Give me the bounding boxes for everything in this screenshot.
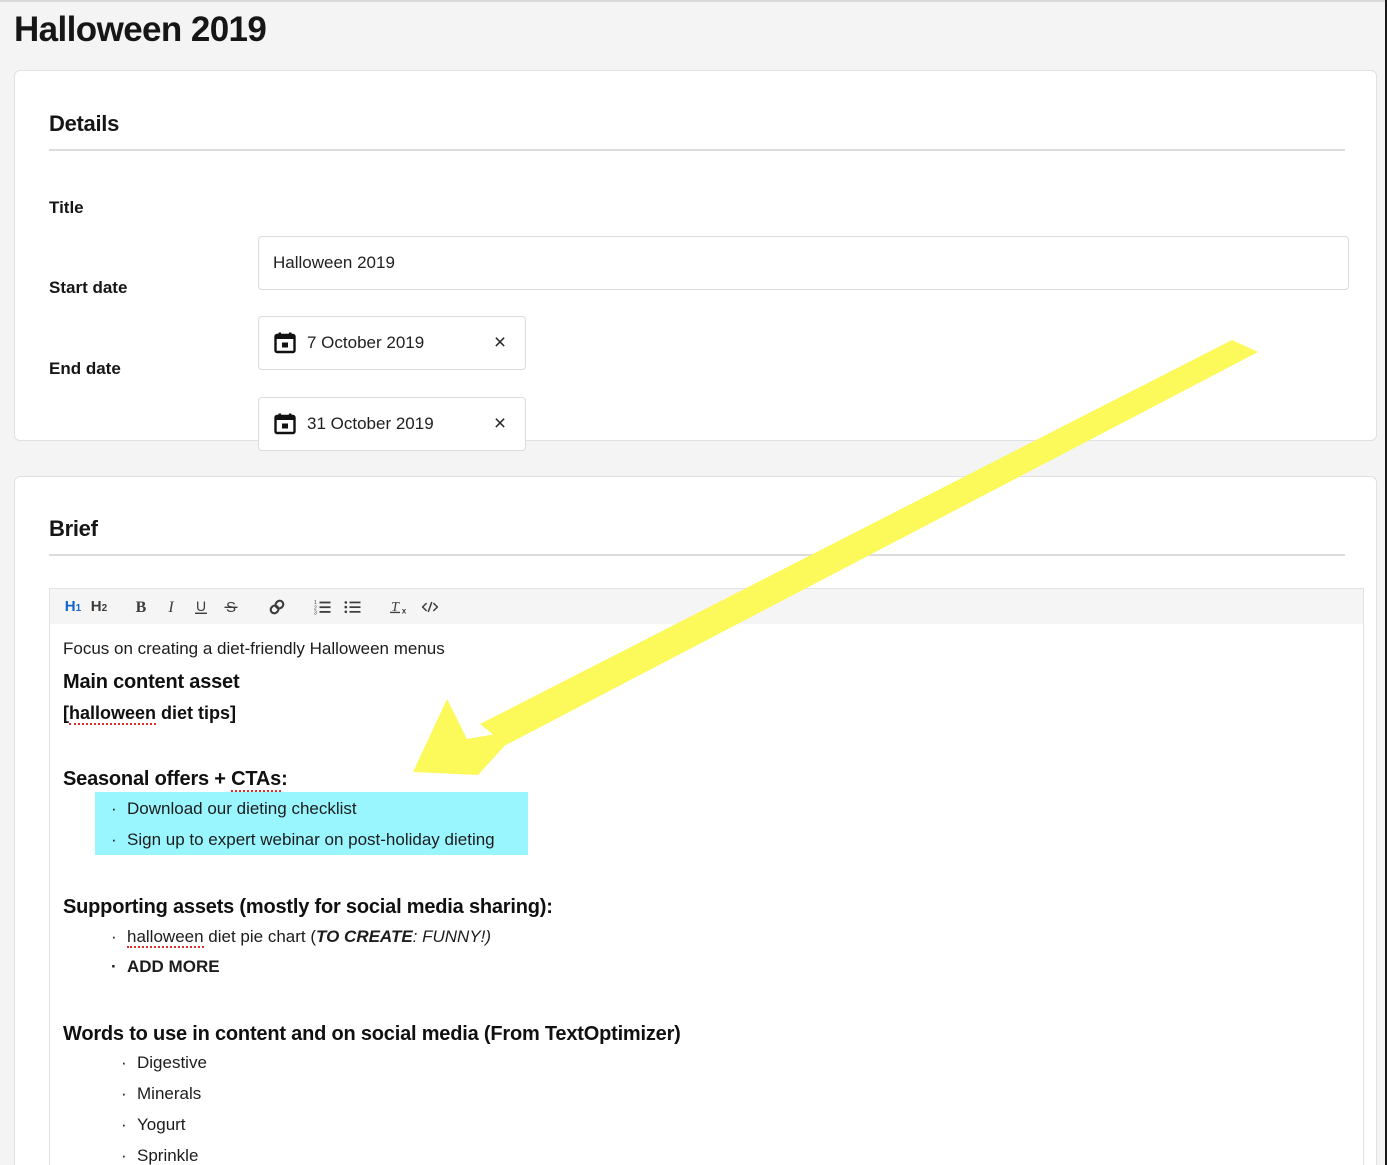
bullet-glyph: · bbox=[121, 1114, 137, 1136]
cta-item-text: Download our dieting checklist bbox=[127, 799, 357, 818]
main-content-asset-value: [halloween diet tips] bbox=[63, 701, 236, 725]
supporting-item-rest: diet pie chart ( bbox=[204, 927, 316, 946]
start-date-label: Start date bbox=[49, 278, 127, 298]
brief-heading: Brief bbox=[49, 516, 98, 542]
supporting-item-text: ADD MORE bbox=[127, 957, 220, 976]
words-heading: Words to use in content and on social me… bbox=[63, 1021, 681, 1047]
cta-list-item: ·Download our dieting checklist bbox=[111, 798, 357, 820]
svg-text:B: B bbox=[136, 599, 147, 616]
word-list-item: ·Minerals bbox=[121, 1083, 201, 1105]
title-label: Title bbox=[49, 198, 84, 218]
brief-divider bbox=[49, 554, 1345, 556]
end-date-clear-button[interactable]: × bbox=[485, 398, 515, 450]
bullet-glyph: · bbox=[111, 926, 127, 948]
word-list-item: ·Yogurt bbox=[121, 1114, 186, 1136]
supporting-list-item: ·ADD MORE bbox=[111, 956, 220, 978]
spellcheck-word: CTAs bbox=[231, 768, 281, 792]
code-view-icon[interactable] bbox=[416, 590, 444, 624]
bold-button[interactable]: B bbox=[126, 590, 156, 624]
top-divider bbox=[0, 0, 1385, 2]
cta-heading-suffix: : bbox=[281, 768, 287, 790]
calendar-icon bbox=[274, 413, 296, 435]
start-date-clear-button[interactable]: × bbox=[485, 317, 515, 369]
word-text: Sprinkle bbox=[137, 1146, 198, 1165]
main-content-asset-heading: Main content asset bbox=[63, 669, 239, 695]
spellcheck-word: halloween bbox=[69, 703, 156, 725]
details-heading: Details bbox=[49, 111, 119, 137]
title-input[interactable] bbox=[258, 236, 1349, 290]
svg-text:U: U bbox=[196, 598, 206, 614]
cta-item-text: Sign up to expert webinar on post-holida… bbox=[127, 830, 495, 849]
calendar-icon bbox=[274, 332, 296, 354]
bullet-glyph: · bbox=[121, 1145, 137, 1165]
bullet-glyph: · bbox=[121, 1052, 137, 1074]
clear-formatting-icon[interactable]: T x bbox=[382, 590, 416, 624]
page-title: Halloween 2019 bbox=[14, 6, 266, 54]
details-divider bbox=[49, 149, 1345, 151]
bullet-glyph: · bbox=[111, 956, 127, 978]
svg-text:I: I bbox=[167, 599, 174, 616]
word-text: Digestive bbox=[137, 1053, 207, 1072]
word-text: Yogurt bbox=[137, 1115, 186, 1134]
bullet-glyph: · bbox=[111, 829, 127, 851]
supporting-list-item: ·halloween diet pie chart (TO CREATE: FU… bbox=[111, 926, 491, 948]
app-page: Halloween 2019 Details Title Start date … bbox=[0, 0, 1387, 1165]
word-text: Minerals bbox=[137, 1084, 201, 1103]
word-list-item: ·Sprinkle bbox=[121, 1145, 198, 1165]
ordered-list-icon[interactable]: 1 2 3 bbox=[308, 590, 338, 624]
end-date-value: 31 October 2019 bbox=[307, 398, 434, 450]
unordered-list-icon[interactable] bbox=[338, 590, 368, 624]
heading-2-button[interactable]: H2 bbox=[86, 590, 112, 624]
svg-text:x: x bbox=[402, 606, 407, 615]
svg-text:3: 3 bbox=[314, 610, 317, 615]
underline-button[interactable]: U bbox=[186, 590, 216, 624]
end-date-label: End date bbox=[49, 359, 121, 379]
link-icon[interactable] bbox=[260, 590, 294, 624]
supporting-item-emphasis: TO CREATE bbox=[316, 927, 413, 946]
main-asset-rest: diet tips] bbox=[156, 703, 236, 723]
brief-editor-body[interactable]: Focus on creating a diet-friendly Hallow… bbox=[49, 624, 1364, 1165]
cta-list-item: ·Sign up to expert webinar on post-holid… bbox=[111, 829, 495, 851]
cta-heading: Seasonal offers + CTAs: bbox=[63, 766, 288, 792]
bullet-glyph: · bbox=[121, 1083, 137, 1105]
heading-1-button[interactable]: H1 bbox=[60, 590, 86, 624]
italic-button[interactable]: I bbox=[156, 590, 186, 624]
details-card: Details Title Start date 7 October 2019 … bbox=[14, 70, 1377, 441]
bullet-glyph: · bbox=[111, 798, 127, 820]
strikethrough-button[interactable]: S bbox=[216, 590, 246, 624]
editor-toolbar: H1 H2 B I U S bbox=[49, 588, 1364, 624]
brief-intro-line: Focus on creating a diet-friendly Hallow… bbox=[63, 638, 445, 660]
end-date-field[interactable]: 31 October 2019 × bbox=[258, 397, 526, 451]
supporting-item-italic: : FUNNY!) bbox=[413, 927, 491, 946]
cta-heading-prefix: Seasonal offers + bbox=[63, 768, 231, 790]
start-date-field[interactable]: 7 October 2019 × bbox=[258, 316, 526, 370]
start-date-value: 7 October 2019 bbox=[307, 317, 424, 369]
spellcheck-word: halloween bbox=[127, 927, 204, 948]
supporting-assets-heading: Supporting assets (mostly for social med… bbox=[63, 894, 553, 920]
word-list-item: ·Digestive bbox=[121, 1052, 207, 1074]
